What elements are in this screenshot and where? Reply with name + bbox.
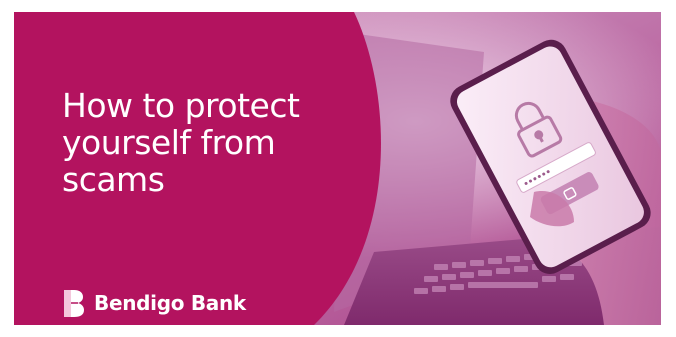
promo-banner: How to protect yourself from scams Bendi… xyxy=(14,12,661,325)
brand-lockup: Bendigo Bank xyxy=(62,288,246,318)
bendigo-b-logo-icon xyxy=(64,289,84,317)
headline-line-3: scams xyxy=(62,160,165,199)
headline: How to protect yourself from scams xyxy=(62,87,362,198)
headline-line-2: yourself from xyxy=(62,123,276,162)
headline-line-1: How to protect xyxy=(62,86,300,125)
brand-name: Bendigo Bank xyxy=(94,291,246,315)
